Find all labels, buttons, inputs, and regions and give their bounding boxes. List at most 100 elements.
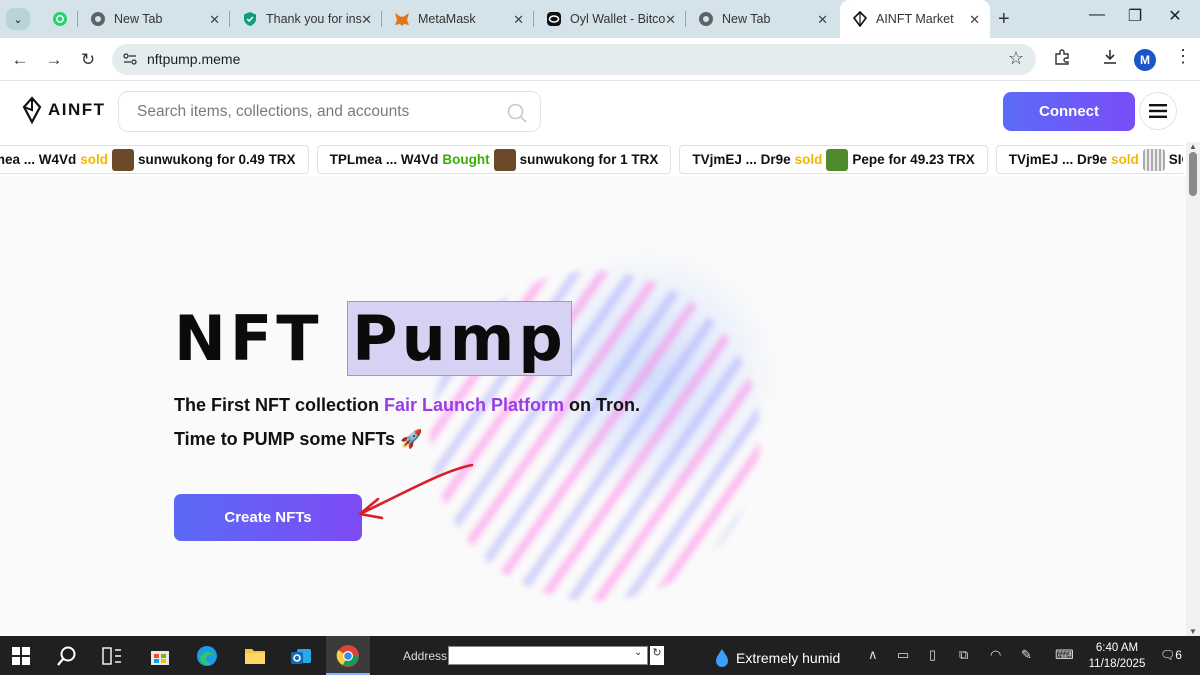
- window-close-icon[interactable]: ✕: [1160, 6, 1190, 26]
- edge-browser-icon[interactable]: [194, 643, 220, 669]
- whatsapp-icon: [52, 11, 68, 27]
- search-placeholder: Search items, collections, and accounts: [137, 103, 410, 120]
- extensions-puzzle-icon[interactable]: [1053, 48, 1071, 71]
- profile-avatar[interactable]: M: [1134, 49, 1156, 71]
- chevron-down-icon[interactable]: ⌄: [634, 647, 642, 658]
- search-icon[interactable]: [54, 643, 80, 669]
- tagline-accent: Fair Launch Platform: [384, 395, 565, 415]
- page-scrollbar[interactable]: ▲ ▼: [1186, 142, 1200, 636]
- ainft-icon: [852, 11, 868, 27]
- close-icon[interactable]: ✕: [209, 12, 220, 28]
- devices-icon[interactable]: ▯: [929, 647, 936, 663]
- close-icon[interactable]: ✕: [969, 12, 980, 28]
- address-toolbar-input[interactable]: [448, 646, 648, 665]
- windows-taskbar: Address ⌄ ↻ Extremely humid ∧ ▭ ▯ ⧉ ◠ ✎ …: [0, 636, 1200, 675]
- tab-new-tab-2[interactable]: New Tab ✕: [686, 0, 838, 38]
- windows-start-icon[interactable]: [8, 643, 34, 669]
- tab-ainft-market[interactable]: AINFT Market ✕: [840, 0, 990, 38]
- chevron-up-icon[interactable]: ∧: [868, 647, 878, 663]
- minimize-icon[interactable]: —: [1082, 6, 1112, 24]
- search-icon[interactable]: [506, 102, 528, 129]
- close-icon[interactable]: ✕: [361, 12, 372, 28]
- site-header: AINFT Search items, collections, and acc…: [0, 82, 1200, 142]
- address-bar[interactable]: nftpump.meme ☆: [112, 44, 1036, 75]
- tab-label: Oyl Wallet - Bitco: [570, 12, 666, 26]
- hero-title: NFT Pump: [174, 301, 572, 376]
- create-nfts-button[interactable]: Create NFTs: [174, 494, 362, 541]
- capture-icon[interactable]: ⧉: [959, 647, 968, 663]
- tagline2-text: Time to PUMP some NFTs: [174, 429, 396, 449]
- hero-title-part2: Pump: [347, 301, 572, 376]
- tab-thank-you[interactable]: Thank you for ins ✕: [230, 0, 382, 38]
- nft-thumbnail: [826, 148, 849, 171]
- back-arrow-icon[interactable]: ←: [9, 50, 31, 70]
- ticker-action: sold: [1111, 152, 1139, 167]
- tab-label: MetaMask: [418, 12, 476, 26]
- battery-icon[interactable]: ▭: [897, 647, 909, 663]
- tab-metamask[interactable]: MetaMask ✕: [382, 0, 534, 38]
- scroll-thumb[interactable]: [1189, 152, 1197, 196]
- microsoft-store-icon[interactable]: [147, 643, 173, 669]
- close-icon[interactable]: ✕: [817, 12, 828, 28]
- tab-whatsapp[interactable]: [40, 0, 78, 38]
- water-drop-icon: [716, 649, 728, 667]
- weather-widget[interactable]: Extremely humid: [714, 648, 840, 668]
- ticker-address: mea ... W4Vd: [0, 152, 77, 167]
- ticker-item[interactable]: TVjmEJ ... Dr9e sold SIOB for 49.49 TRX: [995, 145, 1183, 174]
- reload-icon[interactable]: ↻: [77, 50, 99, 70]
- ainft-logo[interactable]: AINFT: [22, 96, 106, 124]
- task-view-icon[interactable]: [99, 643, 125, 669]
- weather-text: Extremely humid: [736, 650, 841, 666]
- tab-oyl-wallet[interactable]: Oyl Wallet - Bitco ✕: [534, 0, 686, 38]
- ticker-item-text: sunwukong for 0.49 TRX: [138, 152, 296, 167]
- more-menu-icon[interactable]: ⋮: [1174, 46, 1192, 67]
- hamburger-menu-button[interactable]: [1139, 92, 1177, 130]
- scroll-down-icon[interactable]: ▼: [1189, 627, 1197, 636]
- forward-arrow-icon[interactable]: →: [43, 50, 65, 70]
- new-tab-button[interactable]: +: [998, 8, 1010, 31]
- outlook-icon[interactable]: [288, 643, 314, 669]
- red-annotation-arrow: [358, 463, 474, 520]
- tab-new-tab-1[interactable]: New Tab ✕: [78, 0, 230, 38]
- scroll-up-icon[interactable]: ▲: [1189, 142, 1197, 151]
- site-settings-icon[interactable]: [122, 51, 138, 67]
- tagline-text-end: on Tron.: [564, 395, 641, 415]
- logo-text: AINFT: [48, 100, 106, 119]
- shield-icon: [242, 11, 258, 27]
- close-icon[interactable]: ✕: [513, 12, 524, 28]
- keyboard-icon[interactable]: ⌨: [1055, 647, 1074, 663]
- close-icon[interactable]: ✕: [665, 12, 676, 28]
- ticker-action: Bought: [442, 152, 490, 167]
- search-input[interactable]: Search items, collections, and accounts: [118, 91, 541, 132]
- pen-icon[interactable]: ✎: [1021, 647, 1032, 663]
- ticker-item[interactable]: TPLmea ... W4Vd Bought sunwukong for 1 T…: [316, 145, 672, 174]
- tagline-text: The First NFT collection: [174, 395, 385, 415]
- hero-section: NFT Pump The First NFT collection Fair L…: [0, 176, 1186, 636]
- restore-icon[interactable]: ❐: [1120, 6, 1150, 26]
- chrome-icon[interactable]: [335, 643, 361, 669]
- metamask-fox-icon: [394, 11, 410, 27]
- notification-center[interactable]: 🗨6: [1160, 648, 1182, 662]
- ticker-item-text: Pepe for 49.23 TRX: [852, 152, 975, 167]
- download-icon[interactable]: [1101, 48, 1119, 71]
- ticker-action: sold: [794, 152, 823, 167]
- tab-search-chevron-icon[interactable]: ⌄: [6, 8, 30, 30]
- url-text[interactable]: nftpump.meme: [147, 51, 240, 67]
- system-clock[interactable]: 6:40 AM 11/18/2025: [1086, 640, 1148, 672]
- ticker-address: TPLmea ... W4Vd: [329, 152, 439, 167]
- file-explorer-icon[interactable]: [242, 643, 268, 669]
- wifi-icon[interactable]: ◠: [990, 647, 1001, 663]
- activity-ticker: mea ... W4Vd sold sunwukong for 0.49 TRX…: [0, 142, 1183, 176]
- connect-button[interactable]: Connect: [1003, 92, 1135, 131]
- ticker-item[interactable]: TVjmEJ ... Dr9e sold Pepe for 49.23 TRX: [679, 145, 988, 174]
- hero-tagline: The First NFT collection Fair Launch Pla…: [174, 395, 640, 416]
- tab-label: New Tab: [114, 12, 163, 26]
- bookmark-star-icon[interactable]: ☆: [1008, 48, 1024, 69]
- ticker-item-text: SIOB for 49.49 TRX: [1168, 152, 1183, 167]
- ticker-item[interactable]: mea ... W4Vd sold sunwukong for 0.49 TRX: [0, 145, 309, 174]
- hamburger-icon: [1149, 104, 1167, 118]
- tab-label: AINFT Market: [876, 12, 954, 26]
- clock-time: 6:40 AM: [1095, 642, 1139, 654]
- ticker-address: TVjmEJ ... Dr9e: [692, 152, 791, 167]
- address-refresh-icon[interactable]: ↻: [650, 646, 664, 665]
